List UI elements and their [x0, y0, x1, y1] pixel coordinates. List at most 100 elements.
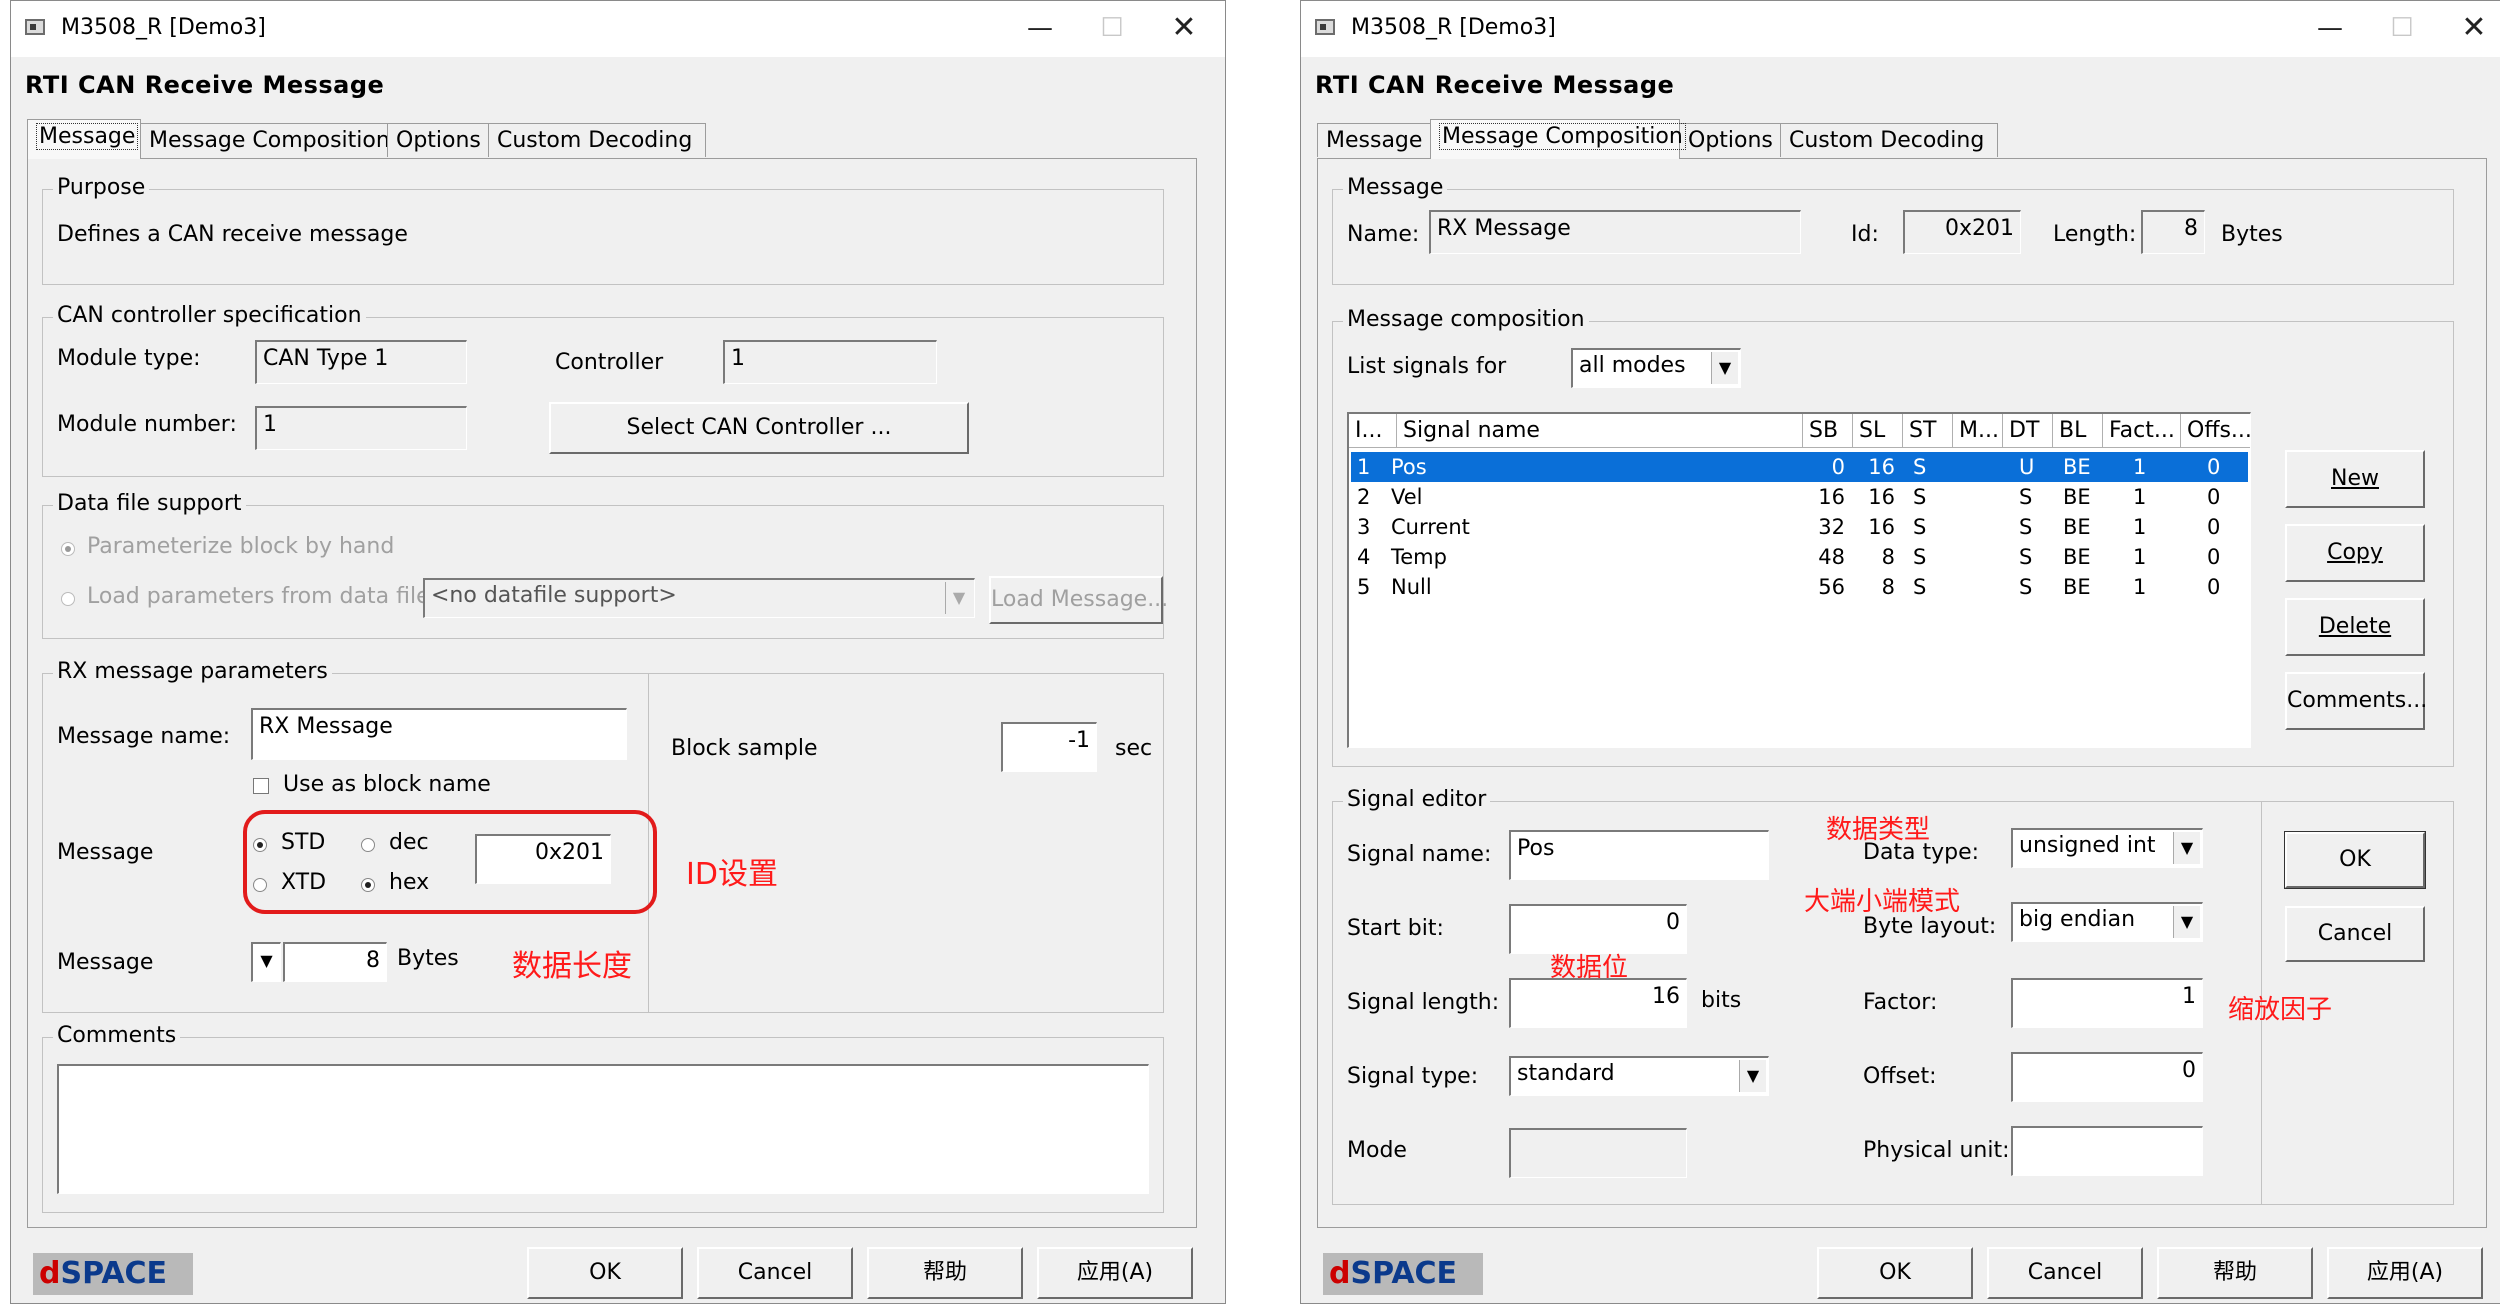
- tab-message[interactable]: Message: [1317, 123, 1431, 157]
- datafile-combo[interactable]: <no datafile support> ▼: [423, 578, 975, 618]
- table-cell: 8: [1881, 575, 1895, 599]
- message-length-input[interactable]: 8: [283, 942, 387, 982]
- tab-message-composition[interactable]: Message Composition: [140, 123, 390, 157]
- table-cell: [1955, 482, 1995, 512]
- module-number-field: 1: [255, 406, 467, 450]
- group-title: Message composition: [1343, 307, 1589, 332]
- tab-options[interactable]: Options: [1679, 123, 1781, 157]
- table-cell: [1955, 512, 1995, 542]
- table-row[interactable]: 3 Current 32 16 S S BE 1 0: [1351, 512, 2248, 542]
- annotation-byte-layout: 大端小端模式: [1804, 887, 1961, 917]
- controller-field: 1: [723, 340, 937, 384]
- maximize-icon[interactable]: ☐: [2367, 7, 2437, 49]
- table-cell: 1: [2133, 455, 2147, 479]
- offset-input[interactable]: 0: [2011, 1052, 2203, 1102]
- column-header[interactable]: Signal name: [1397, 414, 1803, 448]
- minimize-icon[interactable]: —: [2295, 7, 2365, 49]
- close-icon[interactable]: ✕: [1149, 7, 1219, 49]
- column-header[interactable]: I...: [1349, 414, 1397, 448]
- list-signals-combo[interactable]: all modes ▼: [1571, 348, 1741, 388]
- byte-layout-value: big endian: [2019, 907, 2136, 932]
- column-header[interactable]: M...: [1953, 414, 2003, 448]
- table-row[interactable]: 4 Temp 48 8 S S BE 1 0: [1351, 542, 2248, 572]
- table-cell: [1955, 572, 1995, 602]
- column-header[interactable]: SB: [1803, 414, 1853, 448]
- window-title: M3508_R [Demo3]: [61, 15, 266, 40]
- signal-cancel-button[interactable]: Cancel: [2285, 906, 2425, 962]
- table-cell: S: [2019, 515, 2033, 539]
- radio-by-hand[interactable]: [61, 542, 75, 556]
- signal-table[interactable]: I... Signal name SB SL ST M... DT BL Fac…: [1347, 412, 2251, 748]
- app-icon: [25, 19, 45, 35]
- physical-unit-input[interactable]: [2011, 1126, 2203, 1176]
- name-label: Name:: [1347, 222, 1420, 247]
- annotation-data-type: 数据类型: [1826, 815, 1931, 845]
- signal-type-combo[interactable]: standard ▼: [1509, 1056, 1769, 1096]
- use-as-block-name-label: Use as block name: [283, 772, 491, 797]
- column-header[interactable]: SL: [1853, 414, 1903, 448]
- column-header[interactable]: BL: [2053, 414, 2103, 448]
- help-button[interactable]: 帮助: [867, 1247, 1023, 1299]
- help-button[interactable]: 帮助: [2157, 1247, 2313, 1299]
- tab-options[interactable]: Options: [387, 123, 489, 157]
- load-message-button[interactable]: Load Message...: [989, 576, 1168, 624]
- group-title: Data file support: [53, 491, 246, 516]
- column-header[interactable]: ST: [1903, 414, 1953, 448]
- table-cell: 8: [1881, 545, 1895, 569]
- length-spin-down-icon[interactable]: ▼: [251, 942, 281, 982]
- message-group: Message Name: RX Message Id: 0x201 Lengt…: [1332, 175, 2454, 285]
- table-row[interactable]: 2 Vel 16 16 S S BE 1 0: [1351, 482, 2248, 512]
- apply-button[interactable]: 应用(A): [2327, 1247, 2483, 1299]
- table-cell: 1: [2133, 485, 2147, 509]
- minimize-icon[interactable]: —: [1005, 7, 1075, 49]
- message-name-input[interactable]: RX Message: [251, 708, 627, 760]
- tab-custom-decoding[interactable]: Custom Decoding: [1780, 123, 1998, 157]
- maximize-icon[interactable]: ☐: [1077, 7, 1147, 49]
- name-field: RX Message: [1429, 210, 1801, 254]
- byte-layout-combo[interactable]: big endian ▼: [2011, 902, 2203, 942]
- use-as-block-name-checkbox[interactable]: [253, 778, 269, 794]
- comments-group: Comments: [42, 1023, 1164, 1213]
- data-type-combo[interactable]: unsigned int ▼: [2011, 828, 2203, 868]
- copy-button[interactable]: Copy: [2285, 524, 2425, 582]
- delete-button[interactable]: Delete: [2285, 598, 2425, 656]
- title-bar: M3508_R [Demo3] — ☐ ✕: [1301, 1, 2500, 57]
- ok-button[interactable]: OK: [527, 1247, 683, 1299]
- column-header[interactable]: Fact...: [2103, 414, 2181, 448]
- new-button[interactable]: New: [2285, 450, 2425, 508]
- group-title: Purpose: [53, 175, 150, 200]
- ok-button[interactable]: OK: [1817, 1247, 1973, 1299]
- cancel-button[interactable]: Cancel: [697, 1247, 853, 1299]
- tab-message[interactable]: Message: [27, 119, 141, 159]
- close-icon[interactable]: ✕: [2439, 7, 2500, 49]
- tab-message-composition[interactable]: Message Composition: [1430, 119, 1686, 159]
- table-cell: S: [1913, 545, 1927, 569]
- signal-length-input[interactable]: 16: [1509, 978, 1687, 1028]
- purpose-group: Purpose Defines a CAN receive message: [42, 175, 1164, 285]
- can-controller-group: CAN controller specification Module type…: [42, 303, 1164, 477]
- block-sample-input[interactable]: -1: [1001, 722, 1097, 772]
- signal-ok-button[interactable]: OK: [2284, 831, 2426, 889]
- column-header[interactable]: DT: [2003, 414, 2053, 448]
- id-highlight-box: [243, 810, 657, 914]
- title-bar: M3508_R [Demo3] — ☐ ✕: [11, 1, 1225, 57]
- radio-from-file[interactable]: [61, 592, 75, 606]
- select-can-controller-button[interactable]: Select CAN Controller ...: [549, 402, 969, 454]
- mode-field: [1509, 1128, 1687, 1178]
- table-row[interactable]: 5 Null 56 8 S S BE 1 0: [1351, 572, 2248, 602]
- column-header[interactable]: Offs...: [2181, 414, 2250, 448]
- app-icon: [1315, 19, 1335, 35]
- tab-custom-decoding[interactable]: Custom Decoding: [488, 123, 706, 157]
- table-row[interactable]: 1 Pos 0 16 S U BE 1 0: [1351, 452, 2248, 482]
- signal-name-input[interactable]: Pos: [1509, 830, 1769, 880]
- comments-textarea[interactable]: [57, 1064, 1149, 1194]
- apply-button[interactable]: 应用(A): [1037, 1247, 1193, 1299]
- annotation-length: 数据长度: [512, 949, 632, 984]
- message-composition-group: Message composition List signals for all…: [1332, 307, 2454, 767]
- comments-button[interactable]: Comments...: [2285, 672, 2427, 730]
- cancel-button[interactable]: Cancel: [1987, 1247, 2143, 1299]
- factor-input[interactable]: 1: [2011, 978, 2203, 1028]
- table-cell: 0: [2207, 575, 2221, 599]
- group-title: CAN controller specification: [53, 303, 366, 328]
- table-cell: 1: [2133, 575, 2147, 599]
